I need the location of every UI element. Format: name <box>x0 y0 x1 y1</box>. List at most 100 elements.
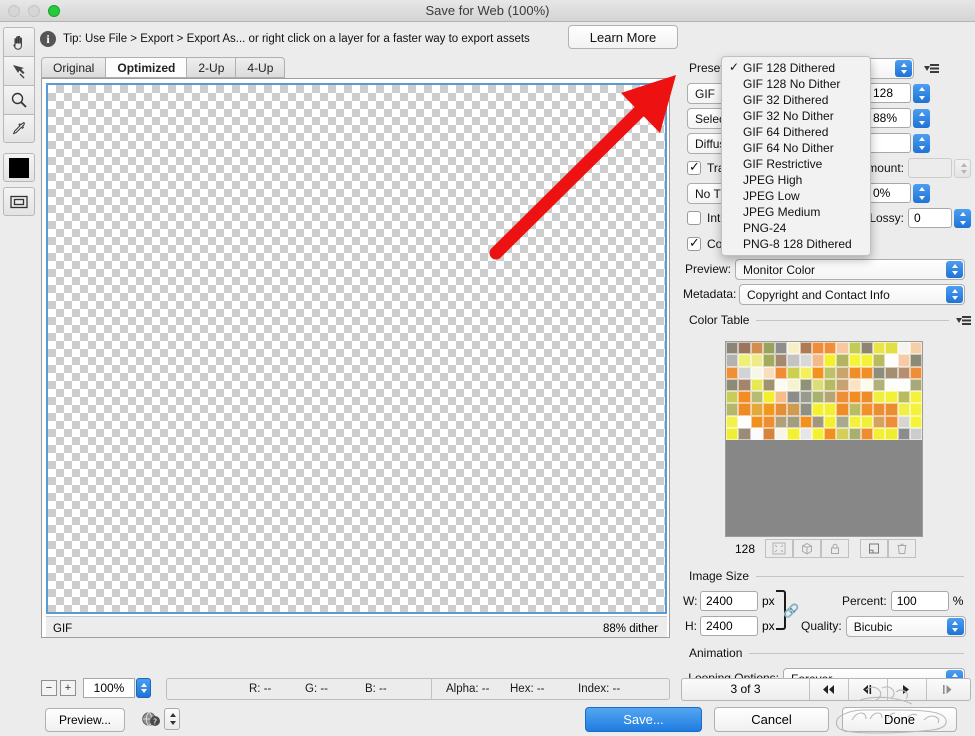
eyedropper-tool-icon[interactable] <box>3 114 35 143</box>
preset-menu-item[interactable]: PNG-8 128 Dithered <box>722 236 870 252</box>
color-swatch[interactable] <box>824 391 836 403</box>
web-shift-cube-icon[interactable] <box>793 539 821 558</box>
color-swatch[interactable] <box>763 354 775 366</box>
color-swatch[interactable] <box>836 403 848 415</box>
color-swatch[interactable] <box>775 367 787 379</box>
color-swatch[interactable] <box>873 416 885 428</box>
color-swatch[interactable] <box>885 428 897 440</box>
color-swatch[interactable] <box>812 342 824 354</box>
image-preview-area[interactable]: GIF 88% dither 75.53K Selective palette … <box>41 78 670 638</box>
color-swatch[interactable] <box>873 379 885 391</box>
color-swatch[interactable] <box>873 354 885 366</box>
color-swatch[interactable] <box>885 354 897 366</box>
delete-swatch-icon[interactable] <box>888 539 916 558</box>
color-swatch[interactable] <box>885 342 897 354</box>
slice-select-tool-icon[interactable] <box>3 56 35 85</box>
color-swatch[interactable] <box>861 428 873 440</box>
color-swatch[interactable] <box>751 403 763 415</box>
color-swatch[interactable] <box>751 416 763 428</box>
preview-color-stepper-icon[interactable] <box>946 261 963 278</box>
color-swatch[interactable] <box>812 367 824 379</box>
color-swatch[interactable] <box>836 428 848 440</box>
color-swatch[interactable] <box>726 379 738 391</box>
color-swatch[interactable] <box>849 428 861 440</box>
color-swatch[interactable] <box>849 403 861 415</box>
color-swatch[interactable] <box>873 428 885 440</box>
color-swatch[interactable] <box>763 342 775 354</box>
tab-original[interactable]: Original <box>41 57 105 78</box>
color-swatch[interactable] <box>751 367 763 379</box>
save-button[interactable]: Save... <box>585 707 702 732</box>
preview-button[interactable]: Preview... <box>45 708 125 732</box>
link-chain-icon[interactable]: 🔗 <box>783 603 799 619</box>
color-swatch[interactable] <box>898 379 910 391</box>
color-swatch[interactable] <box>836 379 848 391</box>
web-snap-stepper-icon[interactable] <box>913 184 930 203</box>
tab-2-up[interactable]: 2-Up <box>186 57 235 78</box>
color-swatch[interactable] <box>726 391 738 403</box>
color-swatch[interactable] <box>910 379 922 391</box>
color-swatch[interactable] <box>873 342 885 354</box>
color-swatch[interactable] <box>751 391 763 403</box>
color-swatch[interactable] <box>763 391 775 403</box>
color-swatch[interactable] <box>873 391 885 403</box>
quality-stepper-icon[interactable] <box>947 618 964 635</box>
color-swatch[interactable] <box>787 428 799 440</box>
color-swatch[interactable] <box>800 428 812 440</box>
transparency-checkbox[interactable] <box>687 161 701 175</box>
color-swatch[interactable] <box>775 416 787 428</box>
percent-input[interactable]: 100 <box>891 591 949 611</box>
play-frame-button[interactable] <box>888 679 927 700</box>
dither-stepper-icon[interactable] <box>913 109 930 128</box>
cancel-button[interactable]: Cancel <box>714 707 829 732</box>
color-swatch[interactable] <box>910 354 922 366</box>
color-swatch[interactable] <box>910 367 922 379</box>
preset-menu-item[interactable]: GIF 128 No Dither <box>722 76 870 92</box>
color-swatch[interactable] <box>812 403 824 415</box>
color-swatch[interactable] <box>738 416 750 428</box>
color-swatch[interactable] <box>849 416 861 428</box>
zoom-tool-icon[interactable] <box>3 85 35 114</box>
color-swatch[interactable] <box>861 354 873 366</box>
color-swatch[interactable] <box>751 428 763 440</box>
color-swatch[interactable] <box>775 391 787 403</box>
color-swatch[interactable] <box>726 403 738 415</box>
color-swatch[interactable] <box>775 403 787 415</box>
color-swatch[interactable] <box>812 416 824 428</box>
color-swatch[interactable] <box>910 403 922 415</box>
color-swatch[interactable] <box>898 403 910 415</box>
color-swatch[interactable] <box>726 428 738 440</box>
color-swatch[interactable] <box>726 354 738 366</box>
color-swatch[interactable] <box>898 391 910 403</box>
color-swatch[interactable] <box>824 403 836 415</box>
color-swatch[interactable] <box>787 354 799 366</box>
color-swatch[interactable] <box>849 367 861 379</box>
preset-menu-item[interactable]: JPEG Low <box>722 188 870 204</box>
lossy-input[interactable]: 0 <box>908 208 952 228</box>
zoom-in-button[interactable]: + <box>60 680 76 696</box>
color-swatch[interactable] <box>910 416 922 428</box>
color-swatch[interactable] <box>800 367 812 379</box>
color-swatch[interactable] <box>836 367 848 379</box>
color-swatch[interactable] <box>763 428 775 440</box>
dither-input[interactable]: 88% <box>867 108 911 128</box>
preset-menu-item[interactable]: GIF Restrictive <box>722 156 870 172</box>
color-swatch[interactable] <box>824 416 836 428</box>
metadata-select[interactable]: Copyright and Contact Info <box>739 284 965 305</box>
color-swatch[interactable] <box>726 367 738 379</box>
color-swatch[interactable] <box>812 379 824 391</box>
color-swatch[interactable] <box>763 403 775 415</box>
preview-color-select[interactable]: Monitor Color <box>735 259 965 280</box>
color-swatch[interactable] <box>787 342 799 354</box>
color-swatch[interactable] <box>787 367 799 379</box>
color-swatch[interactable] <box>910 391 922 403</box>
color-swatch[interactable] <box>836 342 848 354</box>
preset-menu-item[interactable]: GIF 32 Dithered <box>722 92 870 108</box>
transparency-swatch-icon[interactable] <box>765 539 793 558</box>
color-swatch[interactable] <box>861 403 873 415</box>
preset-menu-item[interactable]: GIF 64 No Dither <box>722 140 870 156</box>
color-swatch[interactable] <box>873 367 885 379</box>
hand-tool-icon[interactable] <box>3 27 35 56</box>
color-swatch[interactable] <box>812 428 824 440</box>
color-swatch[interactable] <box>836 416 848 428</box>
